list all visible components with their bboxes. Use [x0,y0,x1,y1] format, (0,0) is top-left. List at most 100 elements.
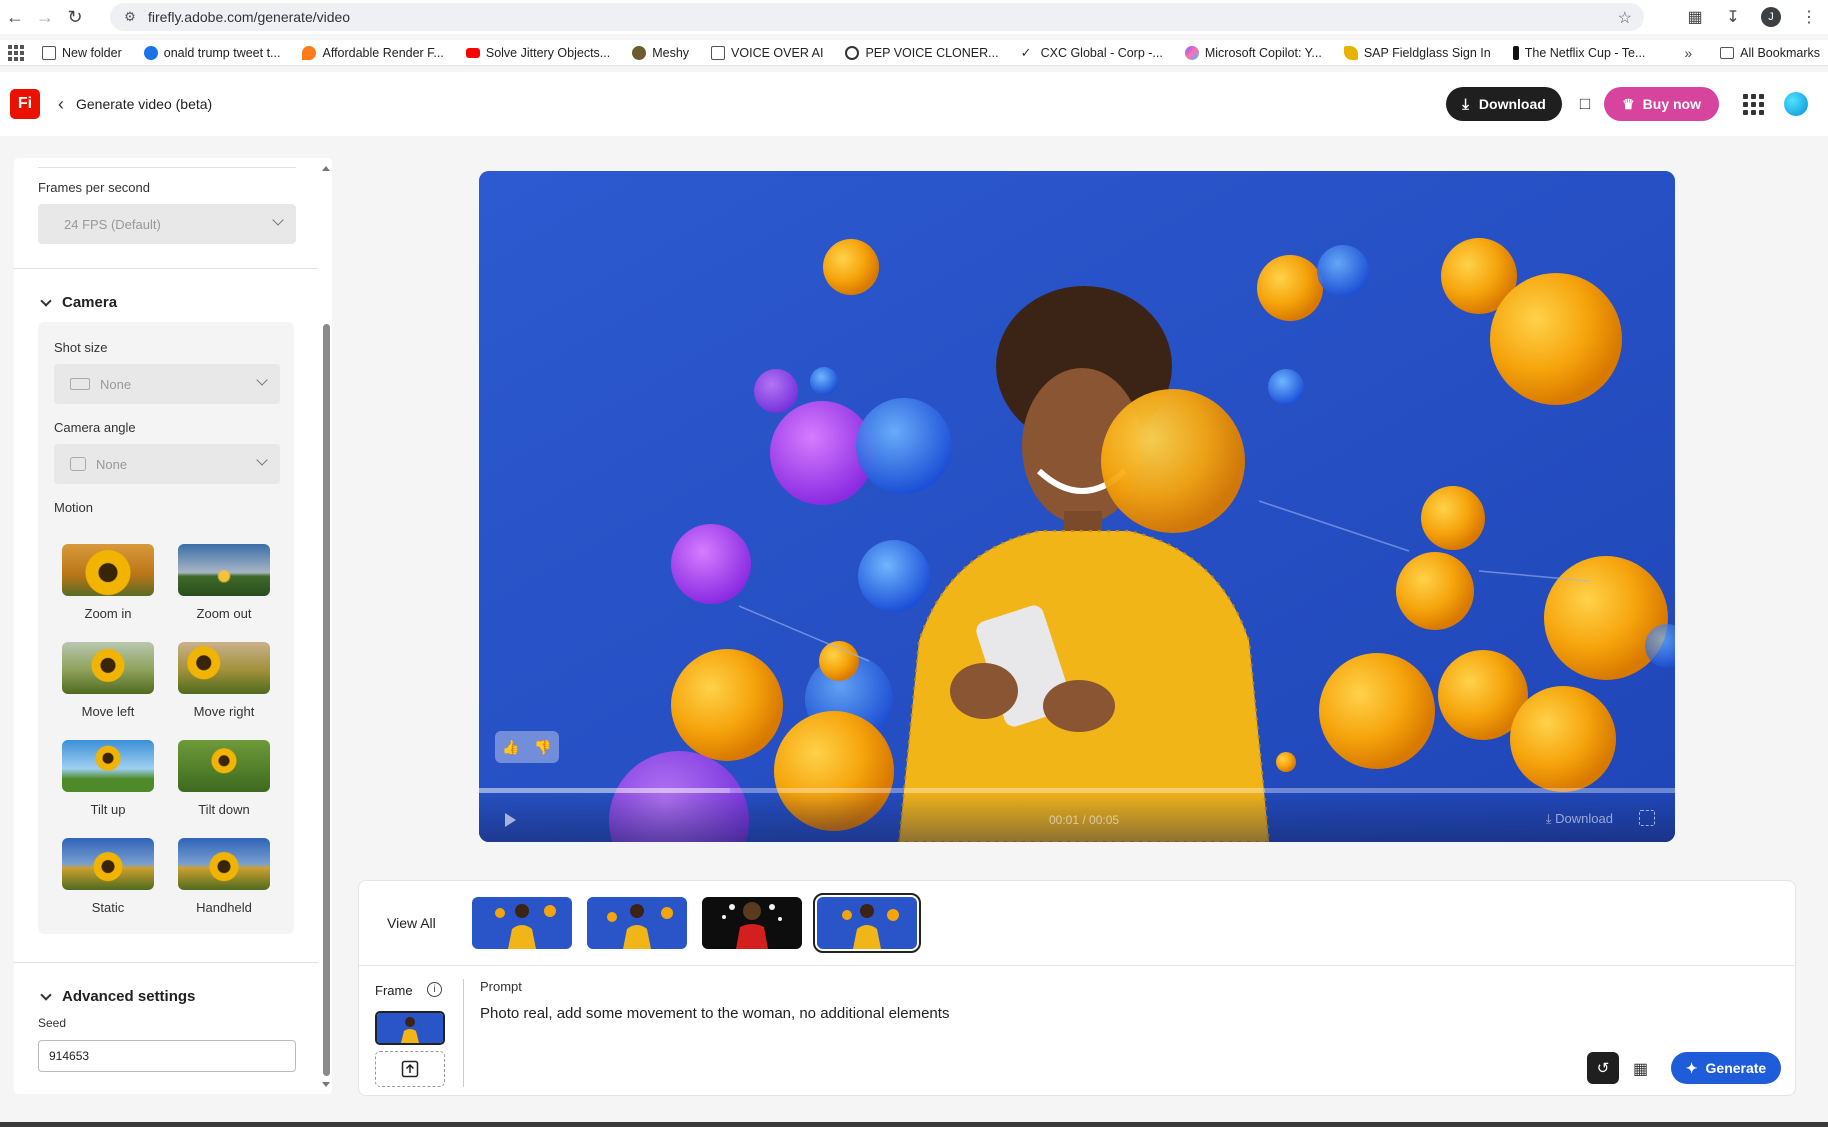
video-download-button[interactable]: ⤓ Download [1546,811,1613,827]
history-icon: ↺ [1596,1060,1610,1077]
back-chevron-icon[interactable]: ‹ [58,94,64,115]
buy-now-button[interactable]: ♛ Buy now [1604,87,1719,121]
generation-thumbnail[interactable] [702,897,802,949]
motion-move-left[interactable]: Move left [62,642,154,719]
settings-panel: Frames per second 24 FPS (Default) Camer… [14,158,332,1094]
address-bar[interactable]: ⚙ firefly.adobe.com/generate/video ☆ [110,3,1644,31]
fullscreen-icon[interactable] [1639,810,1655,826]
thumbnail-image [472,897,572,949]
frame-thumbnail[interactable] [375,1011,445,1045]
bookmark-item[interactable]: ✓ CXC Global - Corp -... [1021,45,1163,60]
shot-size-dropdown[interactable]: None [54,364,280,404]
motion-tilt-down[interactable]: Tilt down [178,740,270,817]
motion-zoom-in[interactable]: Zoom in [62,544,154,621]
frame-image [377,1013,443,1043]
prompt-input[interactable]: Photo real, add some movement to the wom… [480,1005,949,1022]
sunflower-thumbnail [178,642,270,694]
chevron-down-icon [40,988,52,1001]
generate-button[interactable]: ✦ Generate [1671,1052,1781,1084]
vertical-divider [463,979,464,1087]
overflow-chevron-icon[interactable]: » [1684,45,1692,61]
bookmark-item[interactable]: Microsoft Copilot: Y... [1184,45,1322,60]
downloads-icon[interactable]: ↧ [1714,7,1752,27]
chevron-down-icon [256,454,268,466]
frame-label: Frame [375,983,413,998]
rating-controls: 👍 👎 [495,731,559,763]
url-text[interactable]: firefly.adobe.com/generate/video [148,9,350,25]
camera-settings-box: Shot size None Camera angle None Motion … [38,322,294,934]
sunflower-thumbnail [62,838,154,890]
advanced-settings-header[interactable]: Advanced settings [40,988,195,1005]
info-icon[interactable]: i [427,982,442,997]
flame-icon [302,45,317,60]
generate-icon: ✦ [1685,1059,1698,1076]
motion-static[interactable]: Static [62,838,154,915]
thumbs-up-icon[interactable]: 👍 [502,739,519,756]
more-menu-icon[interactable]: ⋮ [1790,7,1828,27]
scroll-up-arrow-icon[interactable] [322,166,330,171]
bookmark-item[interactable]: onald trump tweet t... [143,45,280,60]
browser-toolbar: ← → ↻ ⚙ firefly.adobe.com/generate/video… [0,0,1828,34]
seed-input[interactable]: 914653 [38,1040,296,1072]
generation-thumbnail-selected[interactable] [813,893,921,953]
bookmark-item[interactable]: Solve Jittery Objects... [465,46,610,60]
bookmark-item[interactable]: The Netflix Cup - Te... [1512,45,1645,60]
bookmark-item[interactable]: Meshy [632,45,689,60]
profile-avatar: J [1761,7,1781,27]
back-arrow-icon[interactable]: ← [0,2,30,32]
view-all-link[interactable]: View All [387,915,436,931]
bookmark-item[interactable]: PEP VOICE CLONER... [845,45,999,60]
camera-section-header[interactable]: Camera [40,294,117,311]
download-button[interactable]: ⤓ Download [1446,87,1562,121]
bookmark-item[interactable]: VOICE OVER AI [711,45,823,60]
video-preview[interactable]: 👍 👎 00:01 / 00:05 ⤓ Download [479,171,1675,842]
generation-thumbnail[interactable] [472,897,572,949]
chevron-down-icon [40,294,52,307]
user-avatar[interactable] [1784,92,1808,116]
section-divider [38,158,296,168]
thumbs-down-icon[interactable]: 👎 [534,739,551,756]
scroll-thumb[interactable] [323,324,330,1076]
fps-dropdown[interactable]: 24 FPS (Default) [38,204,296,244]
profile-button[interactable]: J [1752,7,1790,27]
motion-tilt-up[interactable]: Tilt up [62,740,154,817]
reload-icon[interactable]: ↻ [60,2,90,32]
feedback-icon[interactable]: □ [1580,94,1590,114]
fps-label: Frames per second [38,180,150,195]
apps-grid-icon[interactable] [8,44,24,61]
style-reference-icon[interactable]: ▦ [1633,1059,1648,1079]
history-button[interactable]: ↺ [1587,1052,1619,1084]
motion-handheld[interactable]: Handheld [178,838,270,915]
copilot-icon [1184,45,1199,60]
generation-thumbnail[interactable] [587,897,687,949]
meshy-icon [632,45,647,60]
site-info-icon[interactable]: ⚙ [116,9,144,25]
thumbnail-image [817,897,917,949]
window-bottom-edge [0,1122,1828,1127]
prompt-label: Prompt [480,979,522,994]
motion-move-right[interactable]: Move right [178,642,270,719]
video-progress-bar[interactable] [479,788,1675,793]
camera-angle-dropdown[interactable]: None [54,444,280,484]
bookmark-star-icon[interactable]: ☆ [1618,8,1632,28]
motion-zoom-out[interactable]: Zoom out [178,544,270,621]
sunflower-thumbnail [178,838,270,890]
bookmark-item[interactable]: Affordable Render F... [302,45,444,60]
all-bookmarks-link[interactable]: All Bookmarks [1740,46,1820,60]
extensions-icon[interactable]: ▦ [1676,7,1714,27]
bookmark-item[interactable]: SAP Fieldglass Sign In [1343,45,1491,60]
bookmark-item[interactable]: New folder [42,45,122,60]
frame-upload-button[interactable] [375,1051,445,1087]
video-timecode: 00:01 / 00:05 [1049,813,1120,827]
app-switcher-icon[interactable] [1743,93,1764,115]
folder-icon [711,45,726,60]
firefly-logo[interactable]: Fi [10,89,40,119]
forward-arrow-icon[interactable]: → [30,2,60,32]
scroll-down-arrow-icon[interactable] [322,1082,330,1087]
settings-scrollbar[interactable] [320,160,332,1092]
netflix-icon [1512,45,1519,60]
chevron-down-icon [256,374,268,386]
camera-angle-label: Camera angle [54,420,136,435]
play-icon[interactable] [505,813,516,827]
app-header: Fi ‹ Generate video (beta) ⤓ Download □ … [0,72,1828,136]
